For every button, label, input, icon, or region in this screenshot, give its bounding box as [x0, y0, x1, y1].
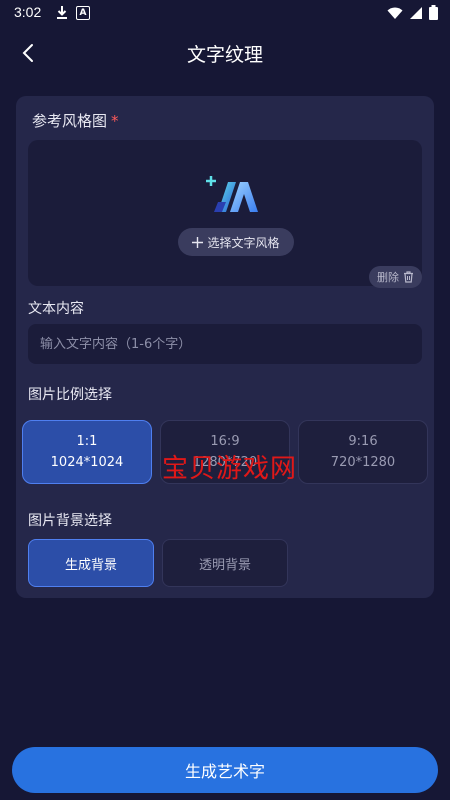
page-title: 文字纹理: [186, 44, 263, 66]
ratio-size: 1024*1024: [50, 455, 124, 470]
select-text-style-button[interactable]: 选择文字风格: [178, 228, 294, 256]
wifi-icon: [387, 7, 403, 19]
download-icon: [57, 6, 67, 19]
generate-background-option[interactable]: 生成背景: [28, 539, 154, 587]
ratio-value: 16:9: [210, 434, 240, 449]
transparent-background-option[interactable]: 透明背景: [162, 539, 288, 587]
reference-label-text: 参考风格图: [32, 112, 108, 130]
status-time: 3:02: [14, 4, 42, 20]
signal-icon: [410, 6, 422, 19]
text-style-placeholder-icon: [206, 176, 258, 212]
reference-image-upload-area[interactable]: 选择文字风格: [28, 140, 422, 286]
text-content-input[interactable]: [28, 324, 422, 364]
ratio-option-16-9[interactable]: 16:9 1280*720: [160, 420, 290, 484]
ratio-value: 1:1: [76, 434, 98, 449]
battery-icon: [429, 5, 438, 20]
plus-icon: [192, 236, 204, 248]
delete-button[interactable]: 删除: [369, 266, 422, 288]
ratio-size: 720*1280: [330, 455, 396, 470]
ratio-value: 9:16: [348, 434, 378, 449]
select-text-style-label: 选择文字风格: [207, 235, 280, 250]
required-mark: *: [111, 112, 119, 130]
ratio-size: 1280*720: [192, 455, 258, 470]
app-notification-icon: A: [76, 6, 90, 20]
status-bar: 3:02 A: [0, 0, 450, 26]
ratio-label: 图片比例选择: [28, 387, 112, 403]
ratio-option-1-1[interactable]: 1:1 1024*1024: [22, 420, 152, 484]
generate-art-text-button[interactable]: 生成艺术字: [12, 747, 438, 793]
form-card: 参考风格图 * 选择文字风格 删除 文本内容 输入文字内容（1-6个字） 图片比…: [16, 96, 434, 598]
trash-icon: [404, 271, 413, 283]
ratio-option-9-16[interactable]: 9:16 720*1280: [298, 420, 428, 484]
reference-style-label: 参考风格图 *: [32, 110, 119, 131]
header: 文字纹理: [0, 28, 450, 78]
background-label: 图片背景选择: [28, 513, 112, 529]
status-icons: [387, 5, 438, 20]
text-content-label: 文本内容: [28, 301, 84, 317]
delete-label: 删除: [377, 271, 399, 284]
